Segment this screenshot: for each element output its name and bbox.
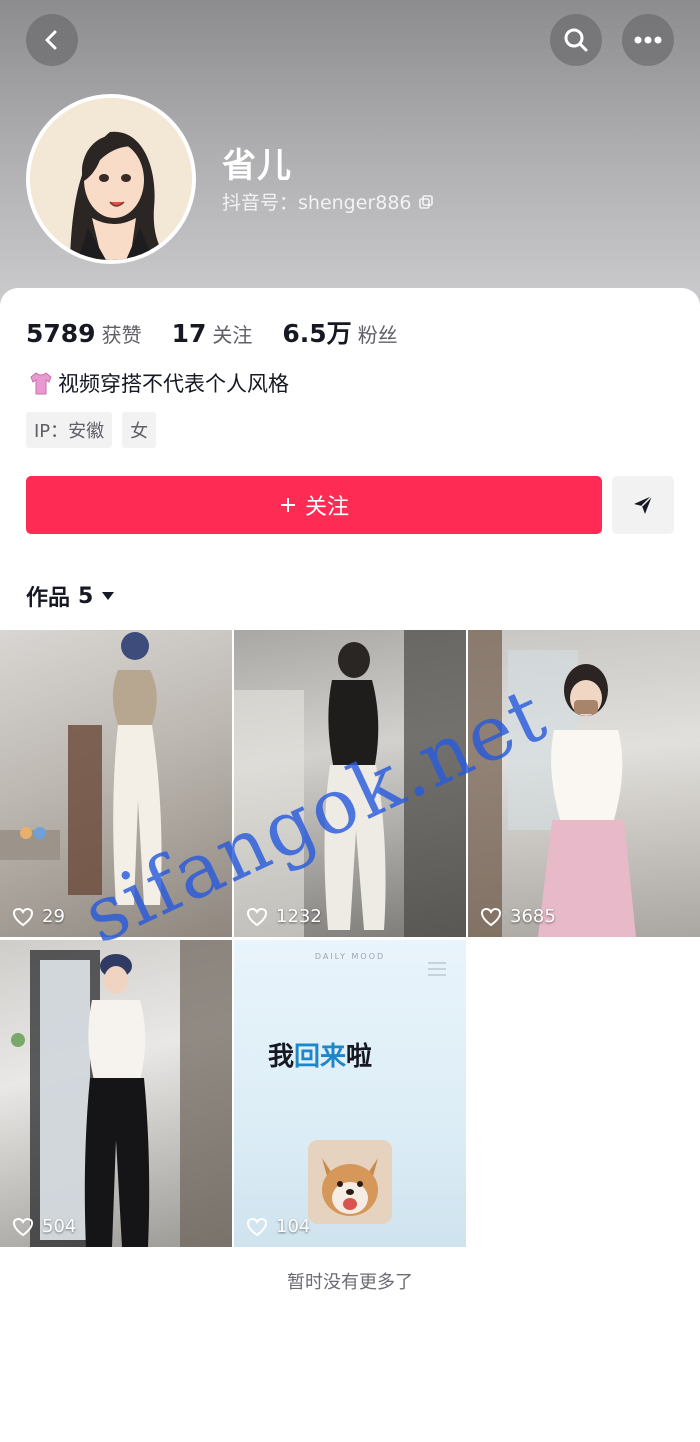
plus-icon xyxy=(280,498,295,512)
like-count-text: 504 xyxy=(42,1216,77,1237)
heart-outline-icon xyxy=(12,907,34,926)
heart-outline-icon xyxy=(246,1217,268,1236)
works-count: 5 xyxy=(78,583,94,609)
stat-label: 关注 xyxy=(212,323,253,347)
video-thumbnail[interactable]: DAILY MOOD 我回来啦 104 xyxy=(234,940,466,1247)
share-button[interactable] xyxy=(612,476,674,534)
shiba-dog-illustration xyxy=(308,1140,392,1224)
shiba-dog-image xyxy=(308,1140,392,1224)
like-count: 504 xyxy=(12,1216,76,1237)
cover-headline: 我回来啦 xyxy=(268,1036,372,1073)
send-icon xyxy=(634,495,653,514)
cover-headline-highlight: 回来 xyxy=(294,1042,347,1072)
chevron-left-icon xyxy=(45,30,57,50)
follow-label: 关注 xyxy=(304,495,349,520)
like-count-text: 3685 xyxy=(510,906,556,927)
heart-outline-icon xyxy=(12,1217,34,1236)
gender-tag: 女 xyxy=(122,412,157,448)
nickname: 省儿 xyxy=(222,146,292,186)
stat-following[interactable]: 17 关注 xyxy=(172,319,253,348)
stat-label: 获赞 xyxy=(101,323,142,347)
cover-headline-part3: 啦 xyxy=(346,1042,373,1072)
stat-value: 5789 xyxy=(26,319,96,348)
like-count-text: 29 xyxy=(42,906,65,927)
video-thumbnail[interactable]: 504 xyxy=(0,940,232,1247)
menu-lines-icon xyxy=(428,962,446,976)
stat-label: 粉丝 xyxy=(357,323,398,347)
stat-likes[interactable]: 5789 获赞 xyxy=(26,319,142,348)
bio: 视频穿搭不代表个人风格 xyxy=(28,368,289,398)
video-cover-image xyxy=(11,940,232,1247)
heart-outline-icon xyxy=(246,907,268,926)
douyin-id[interactable]: 抖音号：shenger886 xyxy=(222,188,434,215)
search-icon xyxy=(564,28,588,52)
like-count: 104 xyxy=(246,1216,310,1237)
stat-value: 6.5万 xyxy=(282,319,352,348)
works-label: 作品 xyxy=(26,586,71,611)
search-button[interactable] xyxy=(550,14,602,66)
heart-outline-icon xyxy=(480,907,502,926)
stats-row: 5789 获赞 17 关注 6.5万 粉丝 xyxy=(26,314,428,350)
ip-location-tag: IP：安徽 xyxy=(26,412,113,448)
tab-works[interactable]: 作品 5 xyxy=(26,580,115,612)
avatar[interactable] xyxy=(26,94,196,264)
douyin-id-text: 抖音号：shenger886 xyxy=(222,192,412,214)
like-count-text: 104 xyxy=(276,1216,311,1237)
like-count-text: 1232 xyxy=(276,906,322,927)
follow-button[interactable]: 关注 xyxy=(26,476,602,534)
no-more-text: 暂时没有更多了 xyxy=(287,1272,413,1293)
like-count: 3685 xyxy=(480,906,556,927)
video-cover-image xyxy=(468,630,636,937)
profile-header: 省儿 抖音号：shenger886 xyxy=(0,0,700,330)
cover-headline-part1: 我 xyxy=(268,1042,295,1072)
bio-text: 视频穿搭不代表个人风格 xyxy=(58,372,289,396)
tags-row: IP：安徽 女 xyxy=(26,412,157,448)
like-count: 1232 xyxy=(246,906,322,927)
back-button[interactable] xyxy=(26,14,78,66)
more-button[interactable] xyxy=(622,14,674,66)
stat-followers[interactable]: 6.5万 粉丝 xyxy=(282,314,397,350)
video-thumbnail[interactable]: 3685 xyxy=(468,630,700,937)
tshirt-icon xyxy=(30,372,52,395)
like-count: 29 xyxy=(12,906,65,927)
more-dots-icon xyxy=(634,36,662,44)
caret-down-icon xyxy=(102,592,115,600)
copy-icon[interactable] xyxy=(418,194,434,210)
stat-value: 17 xyxy=(171,319,207,348)
avatar-illustration xyxy=(30,98,192,260)
